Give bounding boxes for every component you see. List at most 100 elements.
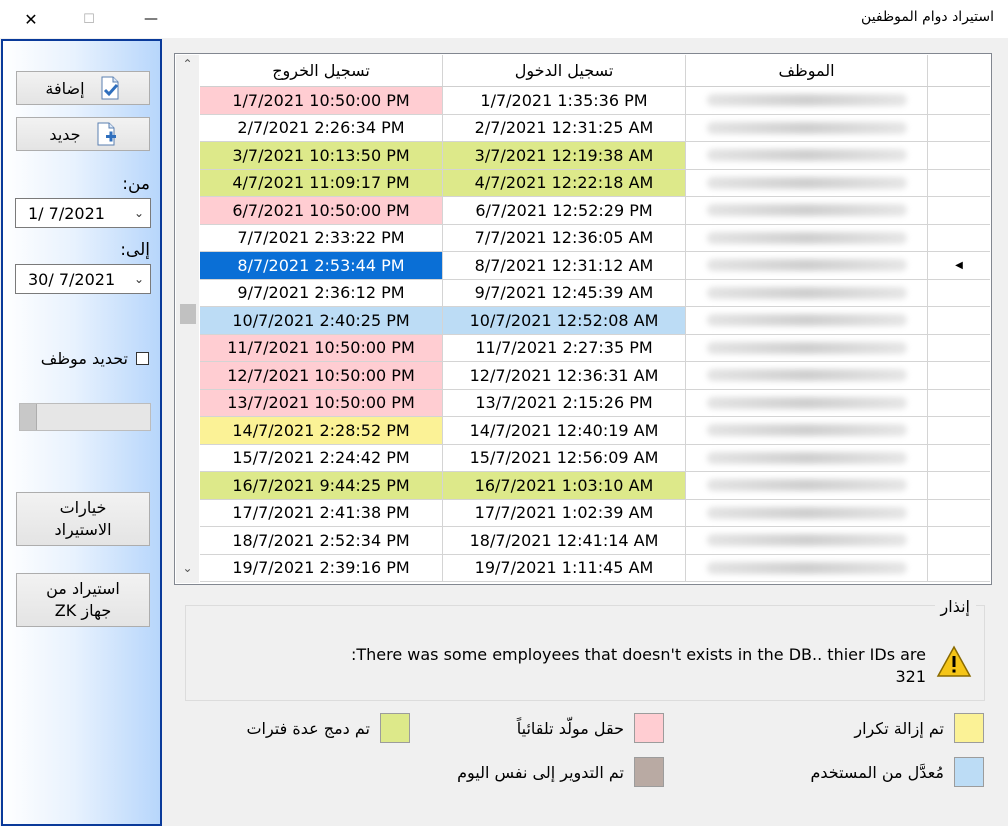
checkout-cell[interactable]: 17/7/2021 2:41:38 PM [200,499,443,527]
to-date-picker[interactable]: 30/ 7/2021 ⌄ [15,264,151,294]
checkout-cell[interactable]: 8/7/2021 2:53:44 PM [200,252,443,280]
checkout-cell[interactable]: 15/7/2021 2:24:42 PM [200,444,443,472]
checkout-cell[interactable]: 3/7/2021 10:13:50 PM [200,142,443,170]
employee-cell[interactable] [686,279,928,307]
new-button[interactable]: جديد [16,117,150,151]
table-row[interactable]: 9/7/2021 2:36:12 PM 9/7/2021 12:45:39 AM [200,279,990,307]
checkin-cell[interactable]: 10/7/2021 12:52:08 AM [443,307,686,335]
maximize-icon[interactable]: ☐ [66,0,112,38]
employee-cell[interactable] [686,334,928,362]
employee-cell[interactable] [686,197,928,225]
table-row[interactable]: 8/7/2021 2:53:44 PM 8/7/2021 12:31:12 AM ◀ [200,252,990,280]
import-options-button[interactable]: خيارات الاستيراد [16,492,150,546]
table-row[interactable]: 2/7/2021 2:26:34 PM 2/7/2021 12:31:25 AM [200,114,990,142]
row-header-cell[interactable] [928,87,990,115]
employee-cell[interactable] [686,307,928,335]
checkout-cell[interactable]: 2/7/2021 2:26:34 PM [200,114,443,142]
table-row[interactable]: 7/7/2021 2:33:22 PM 7/7/2021 12:36:05 AM [200,224,990,252]
import-zk-button[interactable]: استيراد من جهاز ZK [16,573,150,627]
row-header-cell[interactable] [928,390,990,417]
table-row[interactable]: 13/7/2021 10:50:00 PM 13/7/2021 2:15:26 P… [200,389,990,417]
employee-cell[interactable] [686,417,928,445]
table-row[interactable]: 3/7/2021 10:13:50 PM 3/7/2021 12:19:38 AM [200,142,990,170]
checkin-cell[interactable]: 11/7/2021 2:27:35 PM [443,334,686,362]
checkin-cell[interactable]: 16/7/2021 1:03:10 AM [443,472,686,500]
checkout-cell[interactable]: 19/7/2021 2:39:16 PM [200,554,443,582]
checkout-cell[interactable]: 12/7/2021 10:50:00 PM [200,362,443,390]
row-header-cell[interactable] [928,445,990,472]
row-header-cell[interactable] [928,115,990,142]
checkout-cell[interactable]: 4/7/2021 11:09:17 PM [200,169,443,197]
table-row[interactable]: 14/7/2021 2:28:52 PM 14/7/2021 12:40:19 A… [200,417,990,445]
checkout-cell[interactable]: 13/7/2021 10:50:00 PM [200,389,443,417]
column-header-checkin[interactable]: تسجيل الدخول [443,55,686,86]
checkin-cell[interactable]: 3/7/2021 12:19:38 AM [443,142,686,170]
employee-cell[interactable] [686,169,928,197]
attendance-grid[interactable]: ⌃ ⌄ تسجيل الخروج تسجيل الدخول الموظف 1/7… [174,53,992,585]
table-row[interactable]: 15/7/2021 2:24:42 PM 15/7/2021 12:56:09 A… [200,444,990,472]
employee-cell[interactable] [686,224,928,252]
from-date-picker[interactable]: 1/ 7/2021 ⌄ [15,198,151,228]
employee-cell[interactable] [686,472,928,500]
add-button[interactable]: إضافة [16,71,150,105]
employee-cell[interactable] [686,554,928,582]
checkin-cell[interactable]: 14/7/2021 12:40:19 AM [443,417,686,445]
vertical-scrollbar[interactable]: ⌃ ⌄ [176,55,199,583]
select-employee-checkbox-row[interactable]: تحديد موظف [25,347,149,369]
row-header-cell[interactable] [928,197,990,225]
checkin-cell[interactable]: 7/7/2021 12:36:05 AM [443,224,686,252]
table-row[interactable]: 16/7/2021 9:44:25 PM 16/7/2021 1:03:10 AM [200,472,990,500]
table-row[interactable]: 12/7/2021 10:50:00 PM 12/7/2021 12:36:31 … [200,362,990,390]
employee-cell[interactable] [686,362,928,390]
checkout-cell[interactable]: 10/7/2021 2:40:25 PM [200,307,443,335]
checkin-cell[interactable]: 18/7/2021 12:41:14 AM [443,527,686,555]
row-header-cell[interactable] [928,142,990,170]
scroll-thumb[interactable] [180,304,196,324]
table-row[interactable]: 19/7/2021 2:39:16 PM 19/7/2021 1:11:45 AM [200,554,990,582]
checkout-cell[interactable]: 9/7/2021 2:36:12 PM [200,279,443,307]
scroll-down-icon[interactable]: ⌄ [176,561,199,581]
checkout-cell[interactable]: 18/7/2021 2:52:34 PM [200,527,443,555]
row-header-cell[interactable] [928,280,990,307]
row-header-cell[interactable]: ◀ [928,252,990,280]
row-header-cell[interactable] [928,225,990,252]
row-header-cell[interactable] [928,335,990,362]
employee-cell[interactable] [686,87,928,115]
employee-cell[interactable] [686,389,928,417]
checkin-cell[interactable]: 13/7/2021 2:15:26 PM [443,389,686,417]
checkin-cell[interactable]: 4/7/2021 12:22:18 AM [443,169,686,197]
employee-cell[interactable] [686,252,928,280]
close-icon[interactable]: ✕ [8,0,54,38]
row-header-cell[interactable] [928,555,990,582]
row-header-cell[interactable] [928,307,990,335]
scroll-up-icon[interactable]: ⌃ [176,57,199,77]
checkin-cell[interactable]: 6/7/2021 12:52:29 PM [443,197,686,225]
checkout-cell[interactable]: 16/7/2021 9:44:25 PM [200,472,443,500]
employee-cell[interactable] [686,114,928,142]
column-header-employee[interactable]: الموظف [686,55,928,86]
checkin-cell[interactable]: 1/7/2021 1:35:36 PM [443,87,686,115]
table-row[interactable]: 11/7/2021 10:50:00 PM 11/7/2021 2:27:35 P… [200,334,990,362]
employee-cell[interactable] [686,499,928,527]
checkout-cell[interactable]: 14/7/2021 2:28:52 PM [200,417,443,445]
table-row[interactable]: 17/7/2021 2:41:38 PM 17/7/2021 1:02:39 AM [200,499,990,527]
employee-cell[interactable] [686,527,928,555]
checkin-cell[interactable]: 12/7/2021 12:36:31 AM [443,362,686,390]
checkin-cell[interactable]: 2/7/2021 12:31:25 AM [443,114,686,142]
row-header-cell[interactable] [928,500,990,527]
row-header-cell[interactable] [928,527,990,555]
checkin-cell[interactable]: 9/7/2021 12:45:39 AM [443,279,686,307]
table-row[interactable]: 6/7/2021 10:50:00 PM 6/7/2021 12:52:29 PM [200,197,990,225]
checkin-cell[interactable]: 8/7/2021 12:31:12 AM [443,252,686,280]
checkin-cell[interactable]: 15/7/2021 12:56:09 AM [443,444,686,472]
row-header-cell[interactable] [928,417,990,445]
checkout-cell[interactable]: 11/7/2021 10:50:00 PM [200,334,443,362]
minimize-icon[interactable]: — [128,0,174,38]
checkin-cell[interactable]: 19/7/2021 1:11:45 AM [443,554,686,582]
employee-cell[interactable] [686,142,928,170]
checkout-cell[interactable]: 7/7/2021 2:33:22 PM [200,224,443,252]
row-header-cell[interactable] [928,362,990,390]
checkin-cell[interactable]: 17/7/2021 1:02:39 AM [443,499,686,527]
row-header-cell[interactable] [928,472,990,500]
table-row[interactable]: 4/7/2021 11:09:17 PM 4/7/2021 12:22:18 AM [200,169,990,197]
